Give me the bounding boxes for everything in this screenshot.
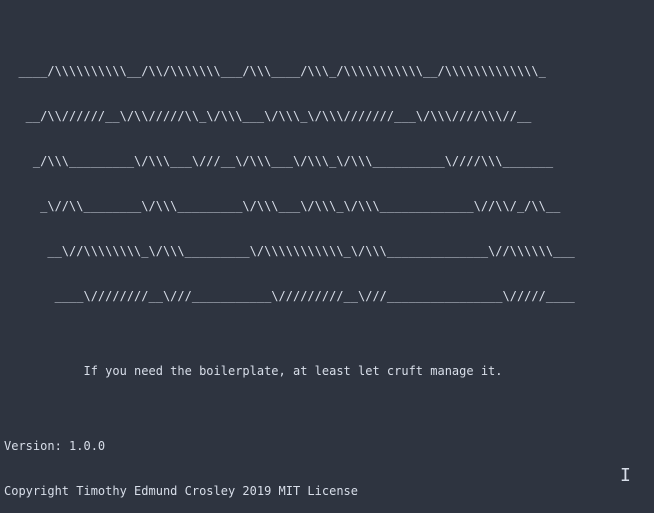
banner-line: ____\////////__\///___________\/////////…: [4, 289, 650, 304]
tagline: If you need the boilerplate, at least le…: [4, 364, 650, 379]
banner-line: ____/\\\\\\\\\\__/\\/\\\\\\\___/\\\____/…: [4, 64, 650, 79]
version-line: Version: 1.0.0: [4, 439, 650, 454]
banner-line: _/\\\_________\/\\\___\///__\/\\\___\/\\…: [4, 154, 650, 169]
copyright-line: Copyright Timothy Edmund Crosley 2019 MI…: [4, 484, 650, 499]
banner-line: _\//\\________\/\\\_________\/\\\___\/\\…: [4, 199, 650, 214]
banner-line: __\//\\\\\\\\_\/\\\_________\/\\\\\\\\\\…: [4, 244, 650, 259]
terminal[interactable]: ____/\\\\\\\\\\__/\\/\\\\\\\___/\\\____/…: [0, 0, 654, 513]
banner-line: __/\\//////__\/\\/////\\_\/\\\___\/\\\_\…: [4, 109, 650, 124]
banner: ____/\\\\\\\\\\__/\\/\\\\\\\___/\\\____/…: [4, 34, 650, 513]
